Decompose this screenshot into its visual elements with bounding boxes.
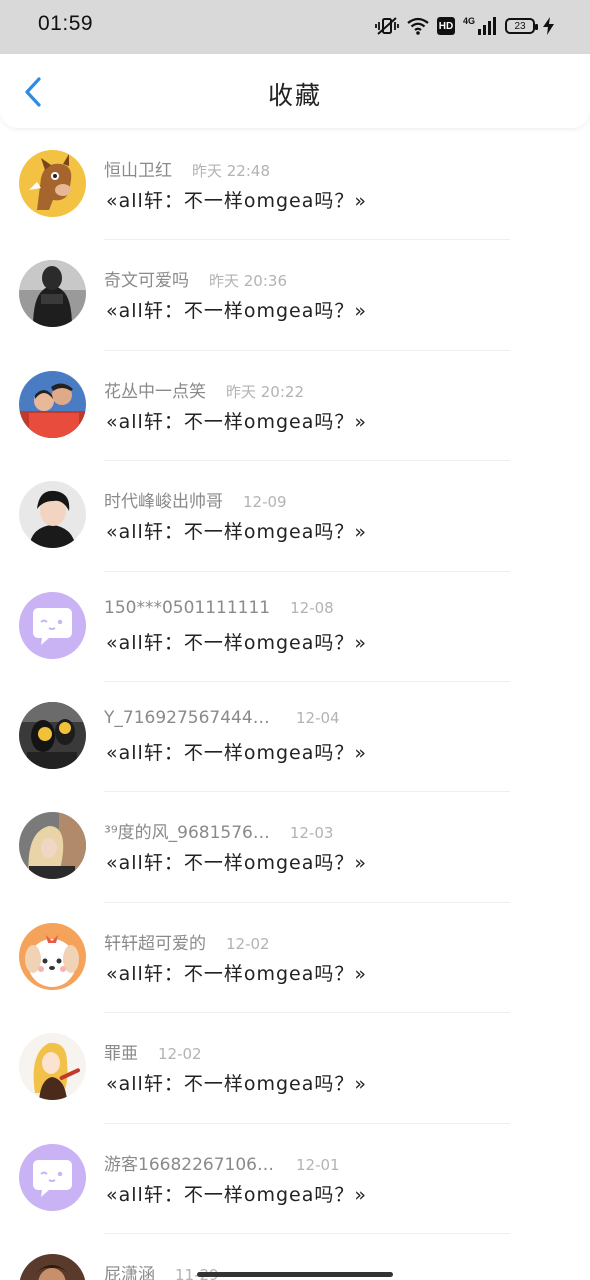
item-time: 12-09: [243, 493, 287, 512]
item-meta: 时代峰峻出帅哥 12-09: [104, 487, 287, 512]
default-avatar[interactable]: [19, 591, 86, 659]
list-item[interactable]: 花丛中一点笑 昨天 20:22 «all轩：不一样omgea吗？»: [0, 351, 590, 462]
status-time: 01:59: [38, 12, 94, 35]
sender-name: 奇文可爱吗: [104, 271, 189, 292]
item-meta: 罪亜 12-02: [104, 1039, 202, 1064]
item-meta: Y_71692756744464… 12-04: [104, 708, 340, 728]
list-item[interactable]: 恒山卫红 昨天 22:48 «all轩：不一样omgea吗？»: [0, 130, 590, 241]
sender-name: 恒山卫红: [104, 161, 172, 181]
list-item[interactable]: 奇文可爱吗 昨天 20:36 «all轩：不一样omgea吗？»: [0, 240, 590, 351]
avatar[interactable]: [19, 701, 86, 769]
sender-name: 轩轩超可爱的: [104, 933, 206, 954]
item-time: 12-03: [289, 824, 334, 843]
wifi-icon: [407, 17, 429, 35]
avatar[interactable]: [19, 150, 86, 217]
home-indicator[interactable]: [197, 1272, 393, 1277]
avatar[interactable]: [19, 812, 86, 880]
list-item[interactable]: ³⁹度的风_9681576… 12-03 «all轩：不一样omgea吗？»: [0, 792, 590, 903]
battery-icon: 23: [505, 18, 538, 34]
sender-name: 屁潇涵: [104, 1264, 155, 1280]
item-message: «all轩：不一样omgea吗？»: [106, 521, 367, 544]
avatar[interactable]: [19, 481, 86, 549]
item-meta: 游客166822671065… 12-01: [104, 1150, 340, 1175]
item-time: 昨天 22:48: [192, 162, 270, 180]
avatar[interactable]: [19, 922, 86, 990]
item-time: 12-01: [296, 1155, 340, 1174]
item-meta: ³⁹度的风_9681576… 12-03: [104, 818, 333, 843]
item-meta: 花丛中一点笑 昨天 20:22: [104, 377, 304, 402]
item-message: «all轩：不一样omgea吗？»: [106, 741, 367, 764]
item-time: 12-02: [158, 1045, 202, 1064]
item-time: 12-08: [290, 598, 334, 617]
item-time: 12-02: [226, 934, 270, 953]
sender-name: 150***0501111111: [104, 597, 271, 618]
list-item[interactable]: Y_71692756744464… 12-04 «all轩：不一样omgea吗？…: [0, 682, 590, 793]
avatar[interactable]: [19, 260, 86, 328]
avatar[interactable]: [19, 1033, 86, 1101]
sender-name: Y_71692756744464…: [104, 707, 276, 728]
signal-icon: [477, 17, 497, 35]
status-icons: HD 4G 23: [375, 14, 554, 38]
vibrate-mute-icon: [375, 16, 399, 36]
avatar[interactable]: [19, 1253, 86, 1280]
item-time: 12-04: [296, 708, 340, 727]
sender-name: 罪亜: [104, 1044, 138, 1065]
list-item[interactable]: 游客166822671065… 12-01 «all轩：不一样omgea吗？»: [0, 1124, 590, 1234]
hd-icon: HD: [436, 17, 455, 35]
default-avatar[interactable]: [19, 1143, 86, 1211]
item-message: «all轩：不一样omgea吗？»: [106, 300, 367, 323]
favorites-list: 恒山卫红 昨天 22:48 «all轩：不一样omgea吗？» 奇文可爱吗 昨天…: [0, 130, 590, 1280]
sender-name: 花丛中一点笑: [104, 381, 206, 402]
item-message: «all轩：不一样omgea吗？»: [106, 962, 367, 985]
item-meta: 奇文可爱吗 昨天 20:36: [104, 266, 287, 291]
item-meta: 150***0501111111 12-08: [104, 598, 334, 618]
item-message: «all轩：不一样omgea吗？»: [106, 410, 367, 433]
list-item[interactable]: 罪亜 12-02 «all轩：不一样omgea吗？»: [0, 1013, 590, 1124]
list-item[interactable]: 150***0501111111 12-08 «all轩：不一样omgea吗？»: [0, 572, 590, 682]
battery-level: 23: [514, 20, 526, 32]
sender-name: 游客166822671065…: [104, 1154, 276, 1175]
list-item[interactable]: 轩轩超可爱的 12-02 «all轩：不一样omgea吗？»: [0, 903, 590, 1014]
item-time: 昨天 20:36: [209, 272, 287, 291]
item-message: «all轩：不一样omgea吗？»: [106, 852, 367, 875]
status-bar: 01:59 HD 4G 23: [0, 0, 590, 54]
network-type: 4G: [462, 15, 475, 26]
sender-name: ³⁹度的风_9681576…: [104, 823, 270, 844]
navigation-header: 收藏: [0, 54, 590, 128]
avatar[interactable]: [19, 370, 86, 438]
item-meta: 轩轩超可爱的 12-02: [104, 929, 270, 954]
sender-name: 时代峰峻出帅哥: [104, 492, 223, 513]
item-time: 昨天 20:22: [226, 382, 304, 401]
item-message: «all轩：不一样omgea吗？»: [106, 631, 367, 654]
item-meta: 恒山卫红 昨天 22:48: [104, 156, 270, 181]
charging-icon: [543, 17, 554, 35]
list-item[interactable]: 时代峰峻出帅哥 12-09 «all轩：不一样omgea吗？»: [0, 461, 590, 572]
item-message: «all轩：不一样omgea吗？»: [106, 190, 367, 212]
item-message: «all轩：不一样omgea吗？»: [106, 1183, 367, 1206]
page-title: 收藏: [267, 81, 322, 110]
item-message: «all轩：不一样omgea吗？»: [106, 1073, 367, 1096]
